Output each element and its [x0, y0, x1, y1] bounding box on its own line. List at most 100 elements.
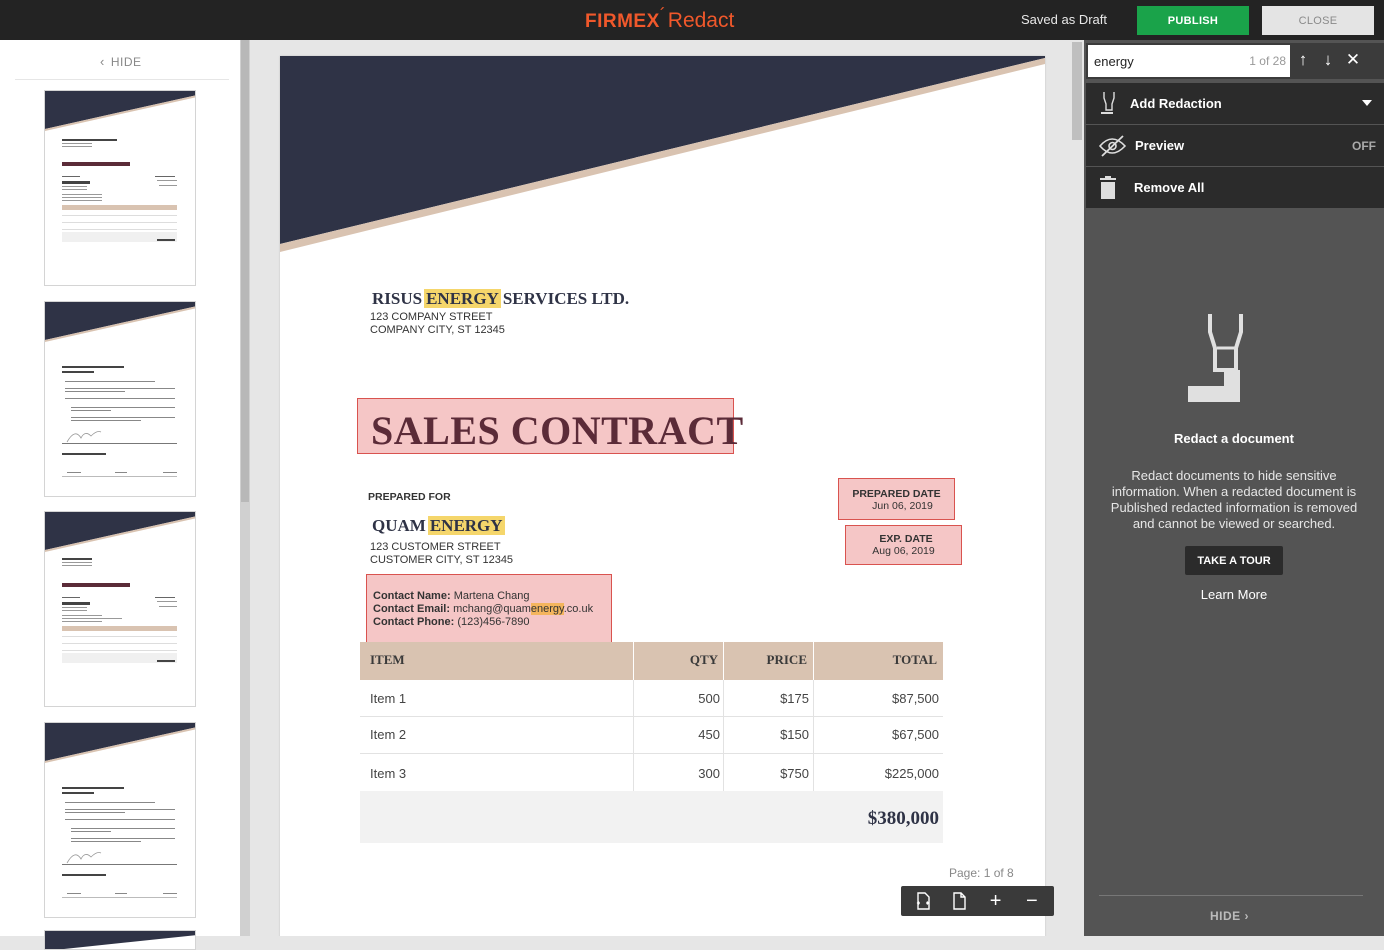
eye-off-icon: [1098, 135, 1127, 157]
fit-width-icon: [916, 892, 930, 910]
chevron-right-icon: ›: [1244, 909, 1250, 923]
brand-tick-mark: ´: [659, 5, 666, 25]
cell-price: $150: [780, 727, 809, 742]
next-result-button[interactable]: ↓: [1317, 49, 1339, 71]
customer-name: QUAM ENERGY: [370, 516, 505, 536]
remove-all-button[interactable]: Remove All: [1086, 167, 1384, 208]
zoom-out-button[interactable]: −: [1017, 886, 1047, 916]
column-divider: [633, 642, 634, 680]
learn-more-link[interactable]: Learn More: [1084, 587, 1384, 602]
cell-total: $225,000: [884, 766, 939, 781]
redaction-panel: 1 of 28 ↑ ↓ ✕ Add Redaction Preview OFF: [1084, 40, 1384, 936]
thumbnail-sales-contract-graphic: [45, 512, 195, 663]
page-thumbnail-5[interactable]: [44, 930, 196, 950]
page-thumbnail-1[interactable]: [44, 90, 196, 286]
search-highlight[interactable]: ENERGY: [427, 516, 505, 535]
exp-date-value: Aug 06, 2019: [872, 545, 935, 557]
redaction-box-title[interactable]: SALES CONTRACT: [357, 398, 743, 454]
top-bar: FIRMEX ´ Redact Saved as Draft PUBLISH C…: [0, 0, 1384, 40]
viewer-scrollbar[interactable]: [1070, 40, 1084, 936]
chevron-left-icon: ‹: [100, 54, 105, 69]
cell-price: $175: [780, 691, 809, 706]
plus-icon: +: [989, 889, 1002, 912]
brand-redact: Redact: [667, 9, 735, 32]
company-name: RISUS ENERGY SERVICES LTD.: [370, 289, 631, 309]
cell-item: Item 1: [370, 691, 407, 706]
customer-street: 123 CUSTOMER STREET: [370, 541, 501, 553]
publish-button[interactable]: PUBLISH: [1137, 6, 1249, 35]
previous-result-button[interactable]: ↑: [1292, 49, 1314, 71]
customer-city: CUSTOMER CITY, ST 12345: [370, 554, 514, 566]
column-divider: [813, 717, 814, 754]
thumbnail-panel: ‹ HIDE: [0, 40, 240, 950]
redaction-box-exp-date[interactable]: EXP. DATE Aug 06, 2019: [845, 525, 962, 565]
search-result-count: 1 of 28: [1249, 54, 1286, 68]
page-thumbnail-4[interactable]: [44, 722, 196, 918]
cell-qty: 300: [698, 766, 720, 781]
search-input[interactable]: [1094, 52, 1234, 70]
prepared-date-value: Jun 06, 2019: [872, 500, 933, 512]
page-thumbnail-3[interactable]: [44, 511, 196, 707]
preview-state: OFF: [1352, 139, 1376, 153]
company-street: 123 COMPANY STREET: [370, 311, 493, 323]
prepared-for-label: PREPARED FOR: [368, 491, 451, 503]
search-highlight[interactable]: ENERGY: [424, 289, 501, 308]
column-divider: [813, 642, 814, 680]
thumbnail-scrollbar-thumb[interactable]: [241, 40, 249, 502]
page-thumbnail-2[interactable]: [44, 301, 196, 497]
hide-panel-button[interactable]: HIDE ›: [1210, 909, 1249, 923]
document-viewer: RISUS ENERGY SERVICES LTD. 123 COMPANY STR…: [250, 40, 1070, 936]
table-row: Item 2 450 $150 $67,500: [360, 717, 943, 754]
customer-name-part: QUAM: [372, 516, 426, 535]
cell-qty: 500: [698, 691, 720, 706]
contact-email: Contact Email: mchang@quamenergy.co.uk: [373, 603, 593, 615]
contact-name-label: Contact Name:: [373, 590, 451, 602]
fit-width-button[interactable]: [908, 886, 938, 916]
cell-item: Item 2: [370, 727, 407, 742]
fit-page-button[interactable]: [944, 886, 974, 916]
redaction-box-prepared-date[interactable]: PREPARED DATE Jun 06, 2019: [838, 478, 955, 520]
preview-label: Preview: [1135, 138, 1185, 153]
thumbnail-sales-contract-graphic: [45, 91, 195, 242]
column-divider: [723, 642, 724, 680]
redact-marker-illustration-icon: [1188, 314, 1243, 402]
thumbnail-terms-graphic: [45, 302, 195, 477]
column-divider: [723, 717, 724, 754]
firmex-redact-logo: FIRMEX ´ Redact: [585, 5, 735, 33]
page-header-graphic: [280, 56, 1045, 252]
table-header-row: ITEM QTY PRICE TOTAL: [360, 642, 943, 680]
thumbnail-scrollbar[interactable]: [240, 40, 250, 936]
column-divider: [723, 680, 724, 717]
redaction-box-contact[interactable]: Contact Name: Martena Chang Contact Emai…: [366, 574, 612, 646]
hide-thumbnails-button[interactable]: ‹ HIDE: [100, 54, 142, 69]
clear-search-button[interactable]: ✕: [1342, 49, 1364, 71]
add-redaction-label: Add Redaction: [1130, 96, 1222, 111]
contact-phone-value: (123)456-7890: [457, 616, 530, 628]
search-field[interactable]: 1 of 28: [1088, 45, 1290, 77]
thumbnail-terms-graphic: [45, 723, 195, 898]
add-redaction-button[interactable]: Add Redaction: [1086, 83, 1384, 124]
preview-toggle[interactable]: Preview OFF: [1086, 125, 1384, 166]
table-header-price: PRICE: [766, 652, 807, 667]
contact-name-value: Martena Chang: [453, 590, 530, 602]
trash-icon: [1100, 176, 1116, 199]
chevron-down-icon: [1362, 100, 1372, 106]
table-row: Item 3 300 $750 $225,000: [360, 754, 943, 791]
arrow-up-icon: ↑: [1298, 50, 1308, 69]
close-button[interactable]: CLOSE: [1262, 6, 1374, 35]
exp-date-label: EXP. DATE: [879, 533, 933, 545]
column-divider: [813, 754, 814, 791]
viewer-scrollbar-thumb[interactable]: [1072, 42, 1082, 140]
zoom-toolbar: + −: [901, 886, 1054, 916]
column-divider: [813, 680, 814, 717]
close-icon: ✕: [1345, 50, 1361, 69]
cell-item: Item 3: [370, 766, 407, 781]
column-divider: [633, 754, 634, 791]
thumbnail-divider: [15, 79, 229, 80]
remove-all-label: Remove All: [1134, 180, 1205, 195]
table-total-row: $380,000: [360, 791, 943, 843]
contact-phone: Contact Phone: (123)456-7890: [373, 616, 530, 628]
zoom-in-button[interactable]: +: [981, 886, 1011, 916]
search-highlight-current[interactable]: energy: [530, 603, 564, 615]
take-a-tour-button[interactable]: TAKE A TOUR: [1185, 546, 1283, 575]
